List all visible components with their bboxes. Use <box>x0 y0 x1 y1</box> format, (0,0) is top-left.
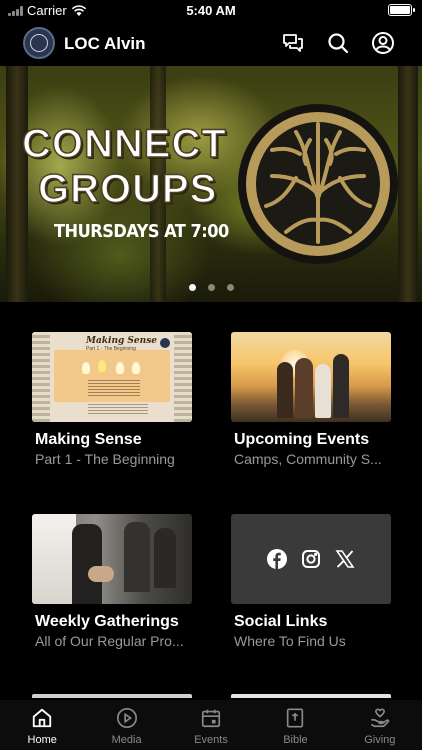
card-subtitle: All of Our Regular Pro... <box>35 633 184 649</box>
card-subtitle: Part 1 - The Beginning <box>35 451 175 467</box>
facebook-icon[interactable] <box>267 549 287 569</box>
card-subtitle: Camps, Community S... <box>234 451 382 467</box>
instagram-icon[interactable] <box>301 549 321 569</box>
hero-title-line1: CONNECT <box>21 121 227 167</box>
social-links-thumbnail <box>231 514 391 604</box>
card-title: Making Sense <box>35 431 142 448</box>
person-silhouette <box>32 514 76 604</box>
tab-label: Giving <box>364 734 396 746</box>
carousel-dot[interactable] <box>188 284 196 291</box>
search-icon[interactable] <box>326 31 350 55</box>
carousel-dot[interactable] <box>226 284 234 291</box>
x-icon[interactable] <box>335 549 355 569</box>
tab-label: Media <box>111 734 142 746</box>
tab-label: Events <box>194 734 228 746</box>
bulb-icon <box>116 362 124 374</box>
tab-bible[interactable]: Bible <box>253 700 337 750</box>
app-header: LOC Alvin <box>0 24 422 64</box>
bible-icon <box>287 708 304 728</box>
next-card-peek[interactable] <box>231 694 391 698</box>
person-silhouette <box>295 358 313 418</box>
hero-subtitle: THURSDAYS AT 7:00 <box>54 221 229 242</box>
thumbnail-church-badge <box>160 338 170 348</box>
tab-label: Bible <box>283 734 308 746</box>
card-making-sense[interactable]: Making Sense Part 1 - The Beginning Maki… <box>32 332 192 467</box>
bottom-tab-bar: Home Media Events Bible Giving <box>0 700 422 750</box>
card-weekly-gatherings[interactable]: Weekly Gatherings All of Our Regular Pro… <box>32 514 192 649</box>
person-silhouette <box>333 354 349 418</box>
hero-carousel[interactable]: CONNECT GROUPS THURSDAYS AT 7:00 <box>0 66 422 302</box>
thumbnail-text-block <box>88 404 148 414</box>
carousel-dots[interactable] <box>0 284 422 291</box>
person-silhouette <box>154 528 176 588</box>
battery-icon <box>388 4 415 16</box>
chat-icon[interactable] <box>281 31 305 55</box>
card-social-links[interactable]: Social Links Where To Find Us <box>231 514 391 649</box>
next-card-peek[interactable] <box>32 694 192 698</box>
person-silhouette <box>277 362 293 418</box>
tab-label: Home <box>27 734 57 746</box>
tree-logo-icon <box>238 104 398 264</box>
bulb-icon <box>98 360 106 372</box>
person-silhouette <box>315 364 331 418</box>
tab-events[interactable]: Events <box>169 700 253 750</box>
tree-trunk-bg <box>6 66 28 302</box>
tree-trunk-bg <box>398 66 418 302</box>
person-silhouette <box>72 524 102 604</box>
account-icon[interactable] <box>371 31 395 55</box>
tab-home[interactable]: Home <box>0 700 84 750</box>
app-title: LOC Alvin <box>64 34 146 53</box>
thumbnail-subtitle: Part 1 - The Beginning <box>86 346 136 352</box>
upcoming-events-thumbnail <box>231 332 391 422</box>
card-title: Upcoming Events <box>234 431 370 448</box>
thumbnail-title: Making Sense <box>86 336 157 346</box>
person-silhouette <box>124 522 150 592</box>
card-title: Social Links <box>234 613 328 630</box>
home-icon <box>33 708 52 728</box>
tab-media[interactable]: Media <box>84 700 168 750</box>
carousel-dot[interactable] <box>207 284 215 291</box>
church-logo[interactable] <box>23 27 55 59</box>
card-subtitle: Where To Find Us <box>234 633 346 649</box>
bulb-icon <box>82 362 90 374</box>
tab-giving[interactable]: Giving <box>338 700 422 750</box>
calendar-icon <box>201 709 221 728</box>
bulb-icon <box>132 362 140 374</box>
hero-title-line2: GROUPS <box>37 166 218 212</box>
making-sense-thumbnail: Making Sense Part 1 - The Beginning <box>32 332 192 422</box>
card-title: Weekly Gatherings <box>35 613 179 630</box>
play-icon <box>116 708 137 728</box>
clock: 5:40 AM <box>186 3 236 18</box>
thumbnail-text-block <box>88 380 140 396</box>
hands-shape <box>88 566 114 582</box>
weekly-gatherings-thumbnail <box>32 514 192 604</box>
card-upcoming-events[interactable]: Upcoming Events Camps, Community S... <box>231 332 391 467</box>
giving-icon <box>370 708 390 728</box>
status-bar: Carrier 5:40 AM <box>0 0 422 22</box>
